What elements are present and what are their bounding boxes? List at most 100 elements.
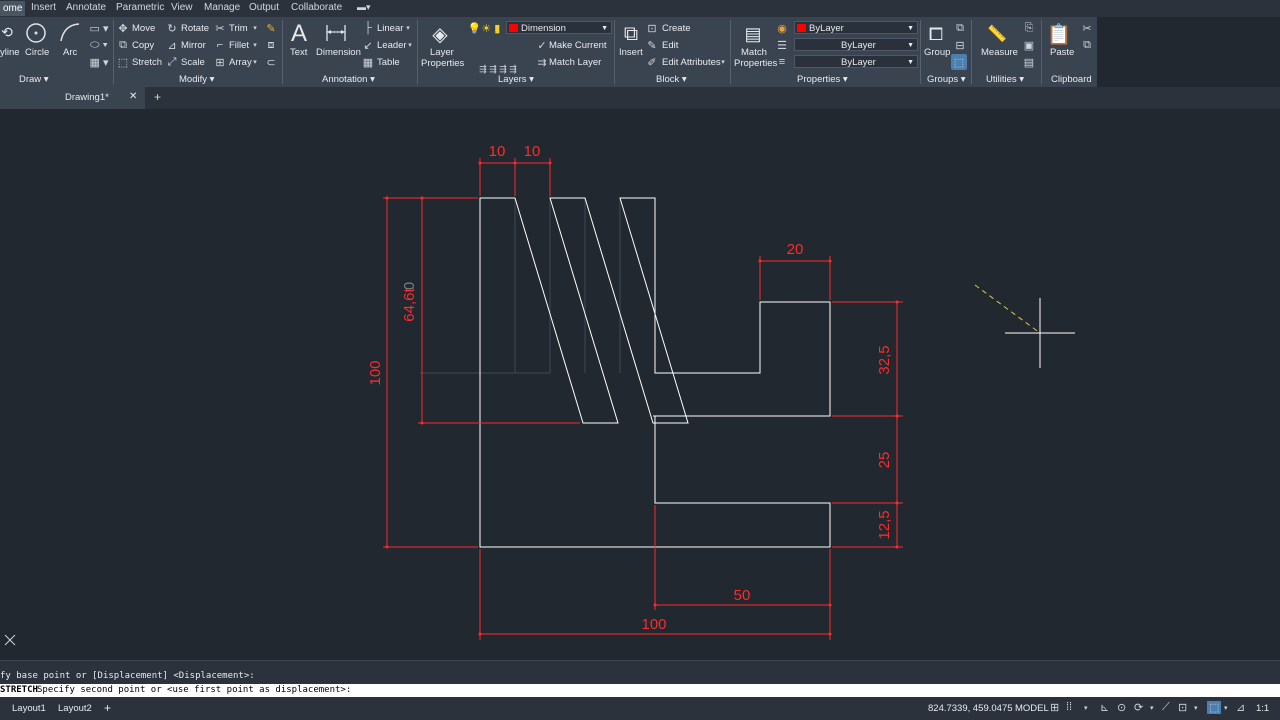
isodraft-icon[interactable]: ⟳ [1134, 701, 1143, 714]
color-wheel-icon[interactable]: ◉ [775, 21, 789, 35]
paste-label[interactable]: Paste [1050, 47, 1074, 58]
chevron-down-icon[interactable]: ▾ [1224, 704, 1228, 712]
scale-label[interactable]: Scale [181, 57, 205, 68]
make-current-label[interactable]: Make Current [549, 40, 607, 51]
add-layout-icon[interactable]: + [104, 701, 111, 715]
draw-panel-label[interactable]: Draw ▾ [19, 74, 49, 85]
fillet-icon[interactable]: ⌐ [214, 38, 226, 52]
ungroup-icon[interactable]: ⧉ [953, 21, 967, 35]
utility-icon-2[interactable]: ▣ [1022, 38, 1036, 52]
edit-block-icon[interactable]: ✎ [646, 38, 658, 52]
array-label[interactable]: Array [229, 57, 252, 68]
polyline-label[interactable]: yline [0, 47, 20, 58]
array-dropdown-icon[interactable]: ▾ [251, 55, 259, 69]
tab-layout2[interactable]: Layout2 [58, 703, 92, 714]
match-properties-label-2[interactable]: Properties [734, 58, 777, 69]
color-dropdown[interactable]: ByLayer ▼ [794, 21, 918, 34]
layers-panel-label[interactable]: Layers ▾ [498, 74, 534, 85]
block-panel-label[interactable]: Block ▾ [656, 74, 687, 85]
arc-label[interactable]: Arc [63, 47, 77, 58]
utilities-panel-label[interactable]: Utilities ▾ [986, 74, 1024, 85]
table-icon[interactable]: ▦ [362, 55, 374, 69]
tab-overflow-icon[interactable]: ▬▾ [357, 2, 371, 13]
insert-label[interactable]: Insert [619, 47, 643, 58]
lineweight-dropdown[interactable]: ByLayer ▼ [794, 38, 918, 51]
fillet-dropdown-icon[interactable]: ▾ [251, 38, 259, 52]
circle-label[interactable]: Circle [25, 47, 49, 58]
close-icon[interactable]: ✕ [129, 91, 137, 102]
annotation-scale-value[interactable]: 1:1 [1256, 703, 1269, 714]
file-tab-drawing1[interactable]: Drawing1* ✕ [0, 87, 145, 109]
offset-icon[interactable]: ⊂ [264, 55, 278, 69]
array-icon[interactable]: ⊞ [214, 55, 226, 69]
measure-icon[interactable]: 📏 [984, 21, 1010, 47]
tab-manage[interactable]: Manage [204, 2, 240, 13]
polar-icon[interactable]: ⊙ [1117, 701, 1126, 714]
copy-label[interactable]: Copy [132, 40, 154, 51]
hatch-icon[interactable]: ⬭ ▾ [86, 38, 112, 52]
match-layer-icon[interactable]: ⇉ [536, 55, 548, 69]
leader-dropdown-icon[interactable]: ▾ [406, 38, 414, 52]
cut-icon[interactable]: ✂ [1080, 21, 1094, 35]
create-label[interactable]: Create [662, 23, 691, 34]
grid-icon[interactable]: ⊞ [1050, 701, 1059, 714]
chevron-down-icon[interactable]: ▾ [1084, 704, 1088, 712]
mirror-label[interactable]: Mirror [181, 40, 206, 51]
tab-insert[interactable]: Insert [31, 2, 56, 13]
layer-state-icons[interactable]: 💡☀ ▮ [464, 21, 504, 35]
rotate-icon[interactable]: ↻ [166, 21, 178, 35]
fillet-label[interactable]: Fillet [229, 40, 249, 51]
match-properties-icon[interactable]: ▤ [740, 21, 766, 47]
insert-block-icon[interactable]: ⧉ [618, 21, 644, 47]
erase-icon[interactable]: ✎ [264, 21, 278, 35]
rotate-label[interactable]: Rotate [181, 23, 209, 34]
measure-label[interactable]: Measure [981, 47, 1018, 58]
lineweight-icon[interactable]: ☰ [775, 38, 789, 52]
utility-icon-1[interactable]: ⎘ [1022, 21, 1036, 35]
stretch-label[interactable]: Stretch [132, 57, 162, 68]
layer-properties-icon[interactable]: ◈ [426, 21, 454, 47]
dimension-icon[interactable] [324, 22, 348, 44]
make-current-icon[interactable]: ✓ [536, 38, 548, 52]
annotation-scale-icon[interactable]: ⊿ [1236, 701, 1245, 714]
move-icon[interactable]: ✥ [117, 21, 129, 35]
paste-icon[interactable]: 📋 [1046, 21, 1072, 47]
command-input[interactable]: STRETCH Specify second point or <use fir… [0, 684, 1280, 697]
snap-icon[interactable]: ⁞⁞ [1066, 701, 1072, 713]
calculator-icon[interactable]: ▤ [1022, 55, 1036, 69]
drawing-canvas[interactable]: 10 10 20 100 64,6t 0 32,5 25 12,5 50 100 [0, 109, 1280, 660]
tab-parametric[interactable]: Parametric [116, 2, 164, 13]
circle-icon[interactable] [24, 21, 48, 45]
edit-attributes-dropdown-icon[interactable]: ▾ [719, 55, 727, 69]
copy-icon[interactable]: ⧉ [117, 38, 129, 52]
move-label[interactable]: Move [132, 23, 155, 34]
linear-label[interactable]: Linear [377, 23, 403, 34]
leader-icon[interactable]: ↙ [362, 38, 374, 52]
layer-properties-label-2[interactable]: Properties [421, 58, 464, 69]
scale-icon[interactable]: ⤢ [166, 55, 178, 69]
object-snap-icon[interactable]: ⊡ [1178, 701, 1187, 714]
group-edit-icon[interactable]: ⊟ [953, 38, 967, 52]
groups-panel-label[interactable]: Groups ▾ [927, 74, 966, 85]
rectangle-icon[interactable]: ▭ ▾ [86, 21, 112, 35]
annotation-panel-label[interactable]: Annotation ▾ [322, 74, 375, 85]
group-icon[interactable]: ⧠ [924, 21, 948, 47]
explode-icon[interactable]: ⧈ [264, 38, 278, 52]
edit-attributes-icon[interactable]: ✐ [646, 55, 658, 69]
linetype-dropdown[interactable]: ByLayer ▼ [794, 55, 918, 68]
create-block-icon[interactable]: ⊡ [646, 21, 658, 35]
linetype-icon[interactable]: ≡ [775, 55, 789, 69]
tab-annotate[interactable]: Annotate [66, 2, 106, 13]
polyline-icon[interactable]: ⟲ [0, 21, 14, 43]
linear-dropdown-icon[interactable]: ▾ [404, 21, 412, 35]
chevron-down-icon[interactable]: ▾ [1194, 704, 1198, 712]
boundary-icon[interactable]: ▦ ▾ [86, 55, 112, 69]
new-tab-icon[interactable]: + [154, 90, 161, 104]
selection-cycling-icon[interactable]: ⬚ [1207, 701, 1222, 714]
tab-output[interactable]: Output [249, 2, 279, 13]
tab-view[interactable]: View [171, 2, 193, 13]
arc-icon[interactable] [58, 21, 82, 45]
dimension-label[interactable]: Dimension [316, 47, 361, 58]
modify-panel-label[interactable]: Modify ▾ [179, 74, 214, 85]
copy-clip-icon[interactable]: ⧉ [1080, 38, 1094, 52]
